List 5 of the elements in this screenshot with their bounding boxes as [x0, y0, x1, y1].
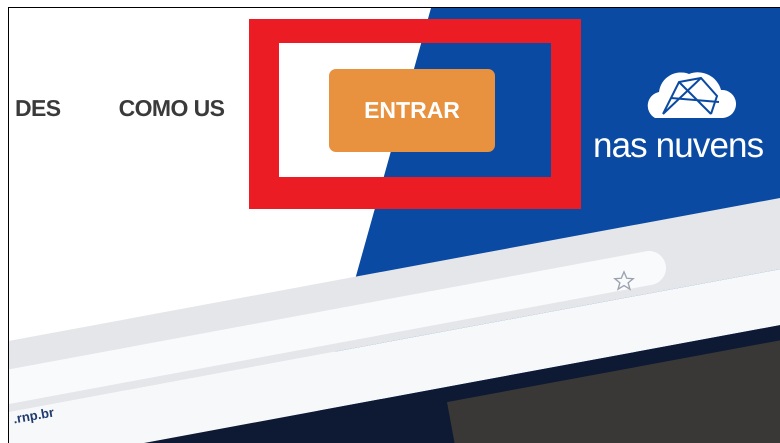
- star-icon[interactable]: [613, 270, 635, 292]
- nav-link[interactable]: COMO US: [118, 90, 224, 126]
- address-text: .rnp.br: [12, 404, 56, 428]
- nav-link[interactable]: DES: [15, 90, 61, 126]
- logo-text: nas nuvens: [593, 125, 764, 167]
